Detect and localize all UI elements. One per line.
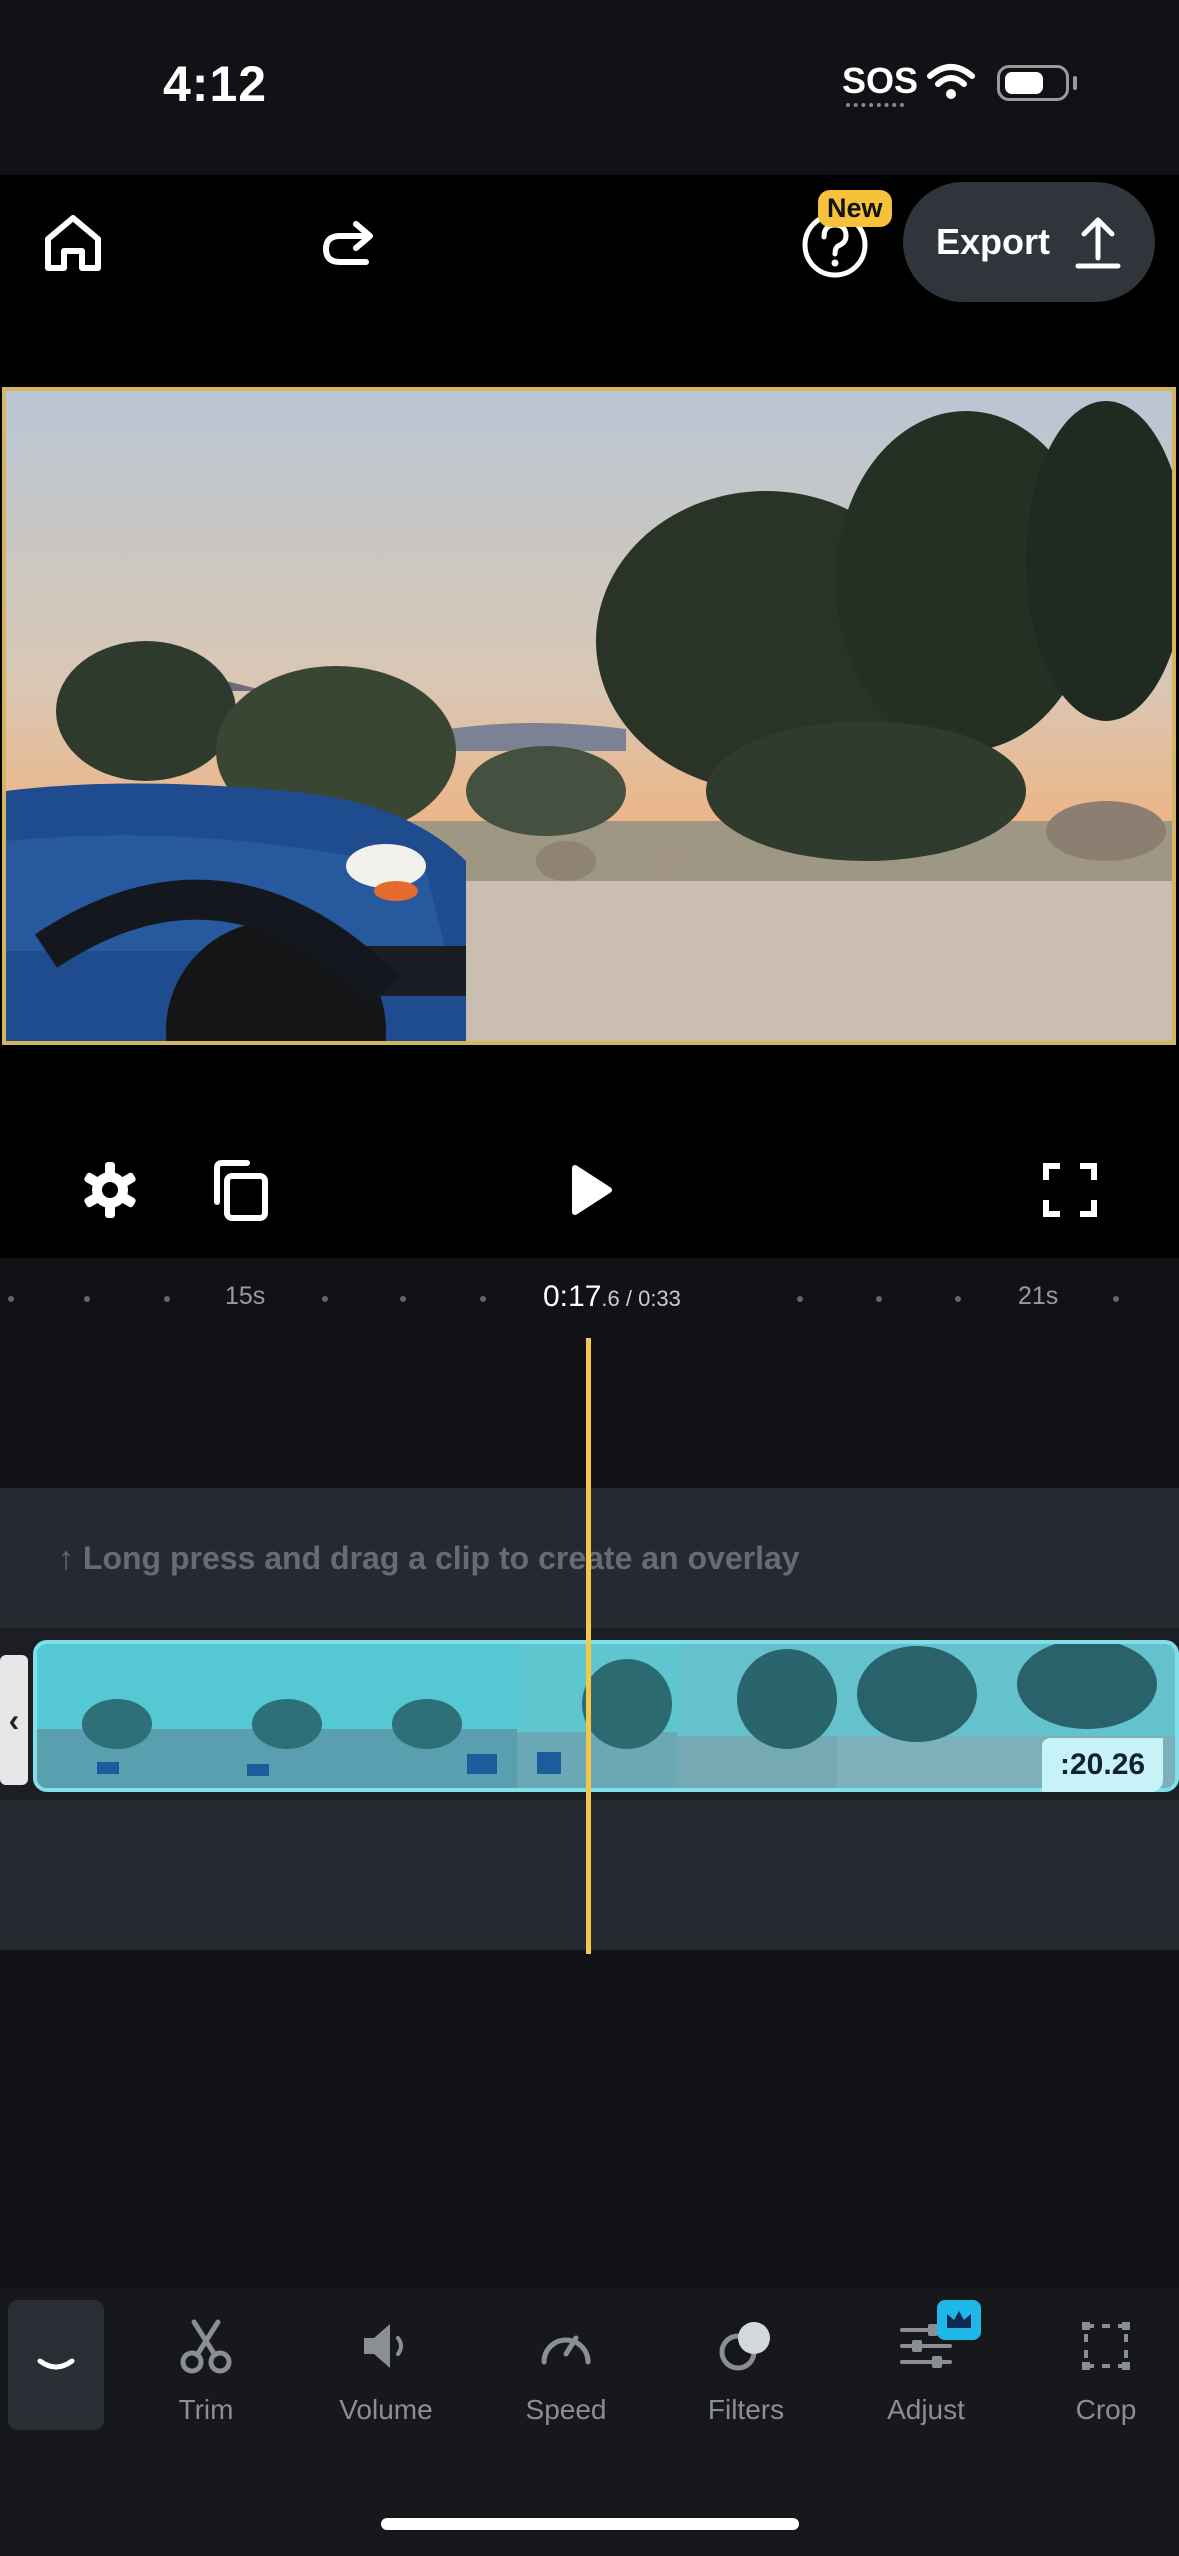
speedometer-icon [541,2335,591,2365]
redo-icon [322,221,373,265]
clip-thumbnail [517,1644,678,1788]
clip-duration-label: :20.26 [1042,1738,1164,1792]
clip-thumbnail [677,1644,838,1788]
tool-crop[interactable]: Crop [1031,2318,1179,2426]
play-button[interactable] [550,1150,630,1230]
clip-thumbnail [837,1644,998,1788]
premium-badge [937,2300,981,2340]
time-readout: 0:17.6 / 0:33 [543,1280,681,1314]
ruler-tick [1113,1296,1119,1302]
export-button[interactable]: Export [903,182,1155,302]
fullscreen-button[interactable] [1030,1150,1110,1230]
home-button[interactable] [30,200,116,286]
tool-filters[interactable]: Filters [671,2318,821,2426]
home-icon [45,215,101,271]
total-time: / 0:33 [619,1286,681,1311]
ruler-tick [322,1296,328,1302]
gear-icon [84,1162,136,1218]
collapse-button[interactable] [8,2300,104,2430]
video-preview[interactable] [2,387,1176,1045]
video-frame-image [6,391,1172,1041]
status-time: 4:12 [163,56,268,112]
home-indicator[interactable] [381,2518,799,2530]
scissors-icon [180,2319,232,2374]
tool-label: Speed [525,2394,607,2425]
ruler-tick [955,1296,961,1302]
play-icon [572,1165,612,1215]
export-label: Export [935,221,1050,262]
new-badge: New [818,190,892,227]
sos-indicator: SOS [842,60,919,101]
signal-dots-icon [846,103,904,111]
crown-icon [947,2311,971,2328]
tool-trim[interactable]: Trim [131,2318,281,2426]
ruler-tick [84,1296,90,1302]
ruler-tick [8,1296,14,1302]
clip-thumbnail [197,1644,358,1788]
battery-nub [1073,76,1077,90]
tool-label: Crop [1075,2394,1137,2425]
redo-button[interactable] [305,200,391,286]
copy-icon [214,1160,268,1221]
battery-icon [997,65,1069,101]
fullscreen-icon [1043,1163,1097,1217]
ruler-tick [164,1296,170,1302]
video-clip[interactable] [33,1640,1179,1792]
ruler-tick [480,1296,486,1302]
overlay-hint: ↑ Long press and drag a clip to create a… [58,1540,800,1576]
speaker-icon [364,2324,403,2368]
chevron-down-icon [37,2358,75,2370]
crop-icon [1082,2322,1130,2370]
wifi-icon [927,64,975,99]
tool-label: Volume [339,2394,433,2425]
playhead[interactable] [586,1338,591,1954]
ruler-tick [797,1296,803,1302]
tool-speed[interactable]: Speed [491,2318,641,2426]
copy-button[interactable] [200,1150,280,1230]
tool-label: Filters [707,2394,785,2425]
current-time: 0:17 [543,1280,602,1313]
upload-icon [1075,217,1121,269]
clip-thumbnail [37,1644,198,1788]
filters-icon [719,2322,770,2371]
tool-label: Trim [178,2394,234,2425]
clip-thumbnail [357,1644,518,1788]
clip-left-handle[interactable]: ‹ [0,1655,28,1785]
ruler-tick [400,1296,406,1302]
ruler-label-21s: 21s [1018,1282,1059,1310]
ruler-label-15s: 15s [225,1282,266,1310]
tool-label: Adjust [887,2394,965,2425]
tool-volume[interactable]: Volume [311,2318,461,2426]
current-time-fraction: .6 [601,1286,620,1311]
ruler-tick [876,1296,882,1302]
settings-button[interactable] [70,1150,150,1230]
